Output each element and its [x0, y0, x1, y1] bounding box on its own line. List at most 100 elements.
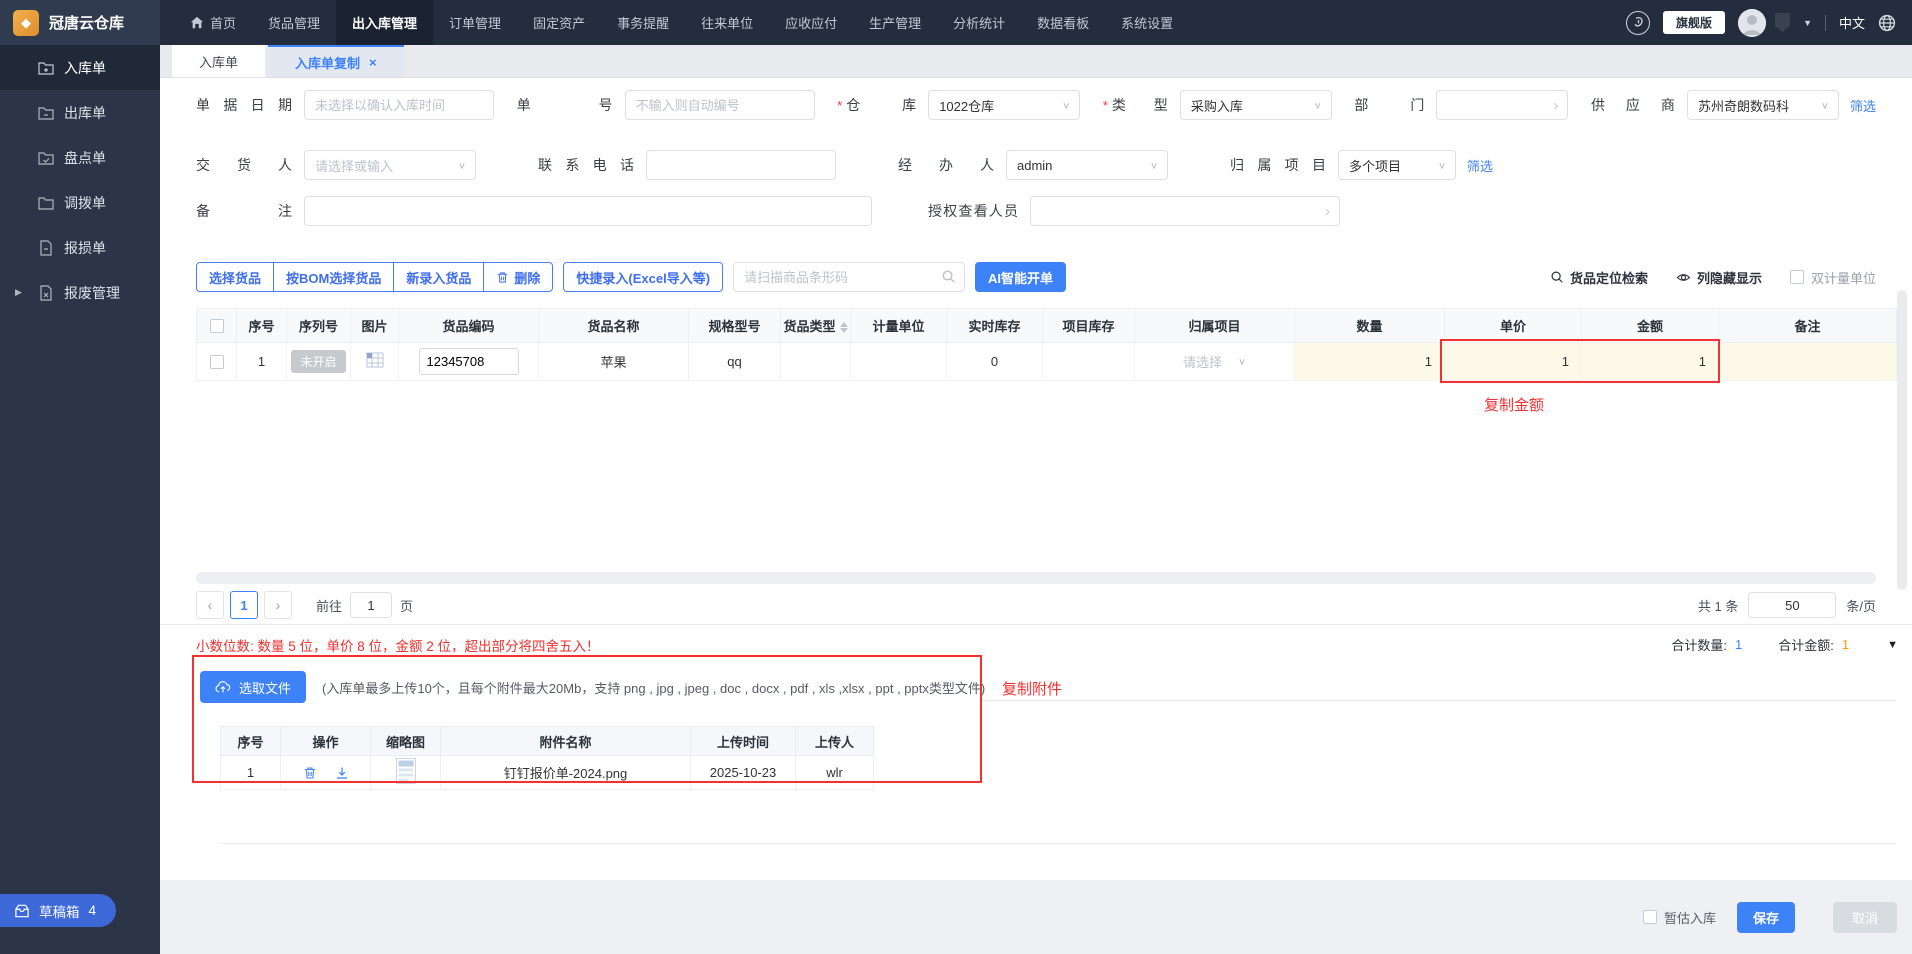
form-row-1: 单据日期 单号 * 仓库 1022仓库 ∨ * 类型 — [196, 90, 1876, 120]
type-select[interactable]: 采购入库 ∨ — [1179, 90, 1332, 120]
tool-label: 货品定位检索 — [1569, 270, 1648, 286]
file-x-icon — [40, 284, 52, 301]
menu-item-goods[interactable]: 货品管理 — [252, 0, 336, 45]
att-col-date: 上传时间 — [690, 726, 796, 756]
cell-amount[interactable]: 1 — [1581, 342, 1719, 381]
language-switch[interactable]: 中文 — [1839, 13, 1865, 32]
goods-code-input[interactable] — [418, 348, 519, 375]
cell-type — [780, 342, 851, 381]
horizontal-scrollbar[interactable] — [196, 572, 1876, 584]
support-icon[interactable] — [1626, 10, 1651, 35]
collapse-caret-icon[interactable]: ▼ — [1887, 639, 1898, 651]
warehouse-select[interactable]: 1022仓库 ∨ — [928, 90, 1081, 120]
avatar[interactable] — [1738, 8, 1767, 37]
menu-item-reminders[interactable]: 事务提醒 — [601, 0, 685, 45]
tab-inbound-copy[interactable]: 入库单复制 × — [268, 45, 404, 77]
menu-item-payables[interactable]: 应收应付 — [769, 0, 853, 45]
cell-image[interactable] — [350, 342, 399, 381]
att-cell-thumb[interactable] — [370, 755, 441, 790]
scan-field — [733, 262, 966, 292]
user-caret-icon[interactable]: ▼ — [1803, 18, 1812, 28]
col-type-label: 货品类型 — [783, 319, 836, 334]
dual-unit-toggle[interactable]: 双计量单位 — [1789, 268, 1876, 287]
size-unit-label: 条/页 — [1846, 598, 1876, 614]
row-project-select[interactable]: 请选择 ∨ — [1135, 352, 1294, 371]
cell-qty[interactable]: 1 — [1294, 342, 1445, 381]
menu-item-assets[interactable]: 固定资产 — [517, 0, 601, 45]
field-remark: 备注 — [196, 196, 872, 226]
cell-price[interactable]: 1 — [1444, 342, 1582, 381]
menu-item-home[interactable]: 首页 — [174, 0, 252, 45]
sort-caret-icon[interactable] — [839, 322, 848, 334]
sidebar-item-stocktake[interactable]: 盘点单 — [0, 135, 160, 180]
prev-page-button[interactable]: ‹ — [196, 591, 224, 619]
column-toggle-tool[interactable]: 列隐藏显示 — [1676, 268, 1762, 287]
phone-input[interactable] — [646, 150, 836, 180]
goto-page-input[interactable] — [350, 592, 393, 618]
field-deliverer: 交货人 请选择或输入 ∨ — [196, 150, 476, 180]
delete-attachment-icon[interactable] — [303, 766, 317, 780]
menu-label: 应收应付 — [785, 16, 838, 31]
sidebar-item-scrap-management[interactable]: ▶ 报废管理 — [0, 270, 160, 315]
estimate-inbound-toggle[interactable]: 暂估入库 — [1642, 908, 1716, 927]
field-phone: 联系电话 — [538, 150, 836, 180]
sidebar-item-damage[interactable]: 报损单 — [0, 225, 160, 270]
project-filter-link[interactable]: 筛选 — [1467, 156, 1493, 175]
remark-input[interactable] — [304, 196, 872, 226]
supplier-filter-link[interactable]: 筛选 — [1850, 96, 1876, 115]
locate-search-tool[interactable]: 货品定位检索 — [1550, 268, 1648, 287]
download-attachment-icon[interactable] — [335, 766, 349, 780]
menu-item-orders[interactable]: 订单管理 — [433, 0, 517, 45]
next-page-button[interactable]: › — [264, 591, 292, 619]
tab-close-icon[interactable]: × — [369, 55, 377, 70]
quick-entry-button[interactable]: 快捷录入(Excel导入等) — [563, 262, 724, 292]
save-button[interactable]: 保存 — [1737, 901, 1795, 933]
row-checkbox[interactable] — [209, 355, 224, 370]
sidebar-item-label: 调拨单 — [64, 194, 106, 211]
operator-select[interactable]: admin ∨ — [1006, 150, 1168, 180]
select-all-checkbox[interactable] — [209, 319, 224, 334]
select-by-bom-button[interactable]: 按BOM选择货品 — [274, 262, 395, 292]
sidebar-item-transfer[interactable]: 调拨单 — [0, 180, 160, 225]
menu-item-inout[interactable]: 出入库管理 — [336, 0, 434, 45]
page-unit-label: 页 — [400, 598, 414, 614]
attachment-row: 1 钉钉报价单-2024.png 2025-10-23 wlr — [220, 755, 874, 790]
select-goods-button[interactable]: 选择货品 — [196, 262, 275, 292]
choose-file-button[interactable]: 选取文件 — [200, 671, 307, 703]
edition-badge[interactable]: 旗舰版 — [1663, 11, 1726, 34]
supplier-select[interactable]: 苏州奇朗数码科 ∨ — [1686, 90, 1839, 120]
dual-unit-checkbox[interactable] — [1789, 270, 1804, 284]
menu-item-analytics[interactable]: 分析统计 — [937, 0, 1021, 45]
chevron-down-icon: ∨ — [1820, 100, 1829, 111]
bill-no-input[interactable] — [624, 90, 815, 120]
department-cascader[interactable]: › — [1436, 90, 1569, 120]
deliverer-select[interactable]: 请选择或输入 ∨ — [304, 150, 476, 180]
authorized-viewers-cascader[interactable]: › — [1030, 196, 1340, 226]
total-qty-value: 1 — [1735, 637, 1743, 652]
cell-remark[interactable] — [1718, 342, 1897, 381]
expand-caret-icon[interactable]: ▶ — [15, 287, 22, 298]
ai-create-button[interactable]: AI智能开单 — [975, 262, 1067, 292]
sidebar-item-inbound[interactable]: 入库单 — [0, 45, 160, 90]
globe-icon[interactable] — [1878, 14, 1896, 32]
project-select[interactable]: 多个项目 ∨ — [1338, 150, 1456, 180]
menu-item-partners[interactable]: 往来单位 — [685, 0, 769, 45]
menu-item-dashboard[interactable]: 数据看板 — [1021, 0, 1105, 45]
menu-item-settings[interactable]: 系统设置 — [1105, 0, 1189, 45]
tab-inbound-list[interactable]: 入库单 — [172, 45, 266, 77]
sidebar-item-outbound[interactable]: 出库单 — [0, 90, 160, 135]
page-number-button[interactable]: 1 — [230, 591, 258, 619]
topbar-right: 旗舰版 ▼ 中文 — [1626, 8, 1912, 37]
estimate-inbound-checkbox[interactable] — [1642, 910, 1657, 924]
page-size-input[interactable] — [1748, 592, 1837, 618]
bill-date-input[interactable] — [304, 90, 494, 120]
cancel-button[interactable]: 取消 — [1833, 901, 1897, 933]
new-goods-button[interactable]: 新录入货品 — [394, 262, 485, 292]
col-code: 货品编码 — [398, 308, 539, 343]
barcode-scan-input[interactable] — [733, 262, 966, 292]
delete-button[interactable]: 删除 — [484, 262, 554, 292]
goods-toolbar: 选择货品 按BOM选择货品 新录入货品 删除 快捷录入(Excel导入等) AI… — [196, 262, 1876, 292]
vertical-scrollbar[interactable] — [1897, 290, 1907, 590]
menu-item-production[interactable]: 生产管理 — [853, 0, 937, 45]
draftbox-button[interactable]: 草稿箱 4 — [0, 894, 117, 927]
